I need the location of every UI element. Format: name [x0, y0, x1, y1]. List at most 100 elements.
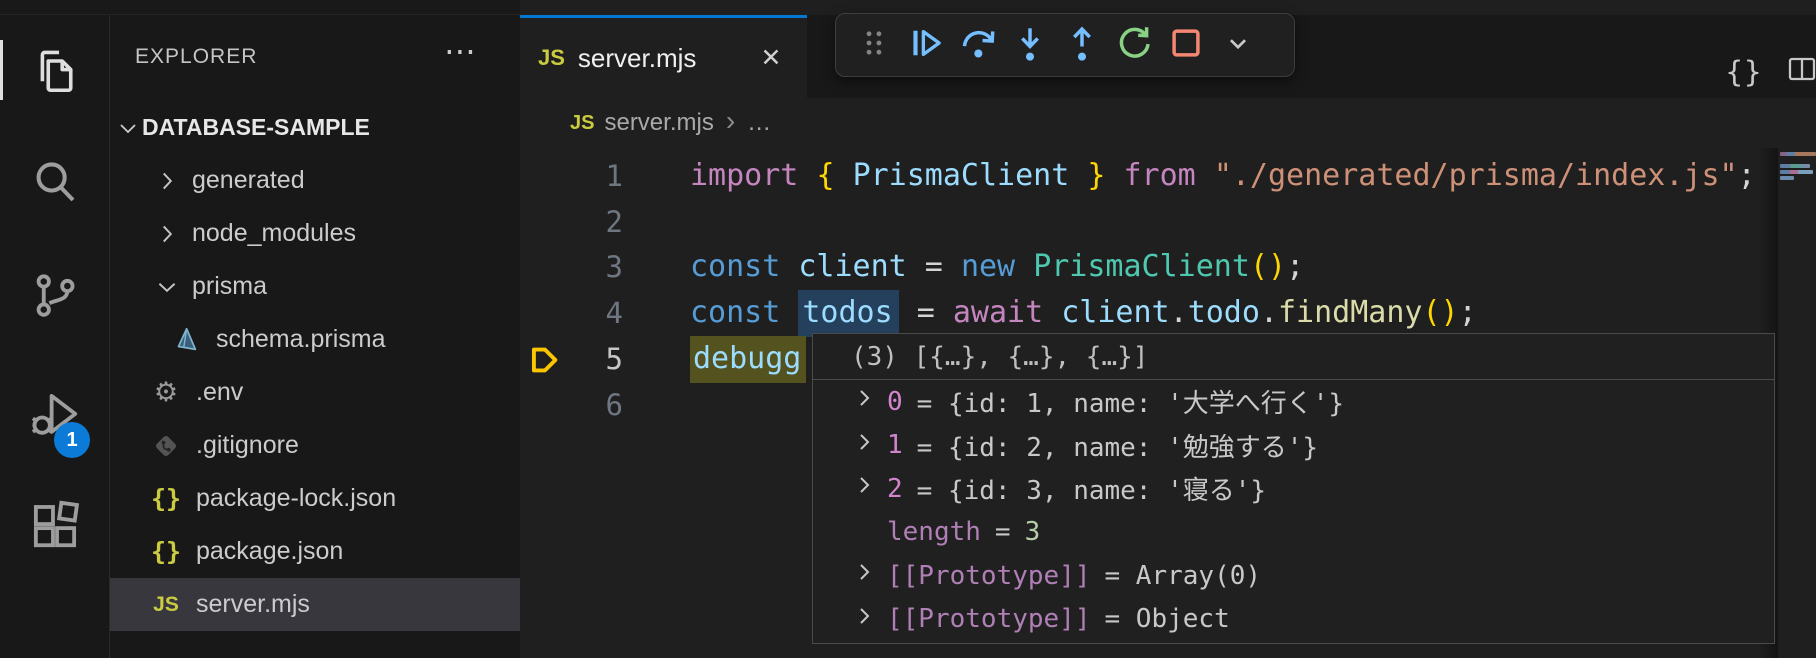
chevron-right-icon: › [726, 105, 735, 137]
line-number: 4 [520, 290, 623, 336]
step-into-button[interactable] [1004, 19, 1056, 71]
chevron-right-icon [154, 221, 180, 247]
editor-actions: {} [1725, 53, 1816, 90]
chevron-right-icon[interactable] [853, 560, 887, 591]
debug-popup-row[interactable]: 0= {id: 1, name: '大学へ行く'} [813, 380, 1774, 424]
code-line-3[interactable]: 3 const client = new PrismaClient(); [520, 244, 1816, 290]
gripper-icon [857, 26, 891, 65]
debug-popup-row[interactable]: [[Prototype]]= Object [813, 598, 1774, 642]
line-content: const client = new PrismaClient(); [690, 244, 1304, 290]
minimap[interactable] [1778, 148, 1816, 658]
tree-item-label: node_modules [192, 219, 356, 248]
popup-value-number: 3 [1025, 517, 1041, 547]
breadcrumb-file[interactable]: server.mjs [604, 109, 713, 137]
tree-item-label: prisma [192, 272, 267, 301]
minimap-line [1780, 176, 1794, 180]
vscode-window: 1 EXPLORER ⋯ DATABASE-SAMPLE generated no… [0, 0, 1816, 658]
workspace-section-header[interactable]: DATABASE-SAMPLE [110, 101, 520, 154]
tree-item-schema-prisma[interactable]: schema.prisma [110, 313, 520, 366]
debug-popup-row[interactable]: 2 = {id: 3, name: '寝る'} [813, 467, 1774, 511]
source-control-icon [28, 309, 82, 326]
file-tree: generated node_modulesprisma schema.prisma… [110, 154, 520, 631]
stop-button[interactable] [1160, 19, 1212, 71]
workspace-name: DATABASE-SAMPLE [142, 114, 370, 141]
tree-item-server-mjs[interactable]: JS server.mjs [110, 578, 520, 631]
code-line-1[interactable]: 1 import { PrismaClient } from "./generat… [520, 153, 1816, 199]
restart-icon [1113, 22, 1155, 69]
more-button[interactable] [1212, 19, 1264, 71]
activity-bar-item-source-control[interactable] [28, 268, 82, 322]
chevron-right-icon[interactable] [853, 604, 887, 635]
code-line-4[interactable]: 4 const todos = await client.todo.findMan… [520, 290, 1816, 336]
step-over-button[interactable] [952, 19, 1004, 71]
tree-item--gitignore[interactable]: .gitignore [110, 419, 520, 472]
line-number: 1 [520, 153, 623, 199]
tree-item-label: schema.prisma [216, 325, 386, 354]
tree-item-node-modules[interactable]: node_modules [110, 207, 520, 260]
activity-bar-item-search[interactable] [28, 155, 82, 209]
tab-label: server.mjs [578, 43, 696, 74]
close-tab-icon[interactable]: ✕ [753, 40, 789, 76]
debug-toolbar [835, 13, 1295, 77]
search-icon [28, 196, 82, 213]
line-content: debugg [690, 336, 806, 382]
explorer-more-actions-icon[interactable]: ⋯ [438, 29, 482, 73]
chevron-down-icon [116, 116, 140, 140]
line-number: 6 [520, 382, 623, 428]
tree-item-generated[interactable]: generated [110, 154, 520, 207]
tree-item-label: generated [192, 166, 305, 195]
toolbar-gripper-icon[interactable] [848, 19, 900, 71]
line-content: import { PrismaClient } from "./generate… [690, 153, 1756, 199]
chevron-right-icon[interactable] [853, 386, 887, 417]
split-editor-icon[interactable] [1786, 53, 1816, 90]
tree-item-label: .gitignore [196, 431, 299, 460]
step-out-button[interactable] [1056, 19, 1108, 71]
js-file-icon: JS [538, 45, 565, 71]
tree-item--env[interactable]: ⚙.env [110, 366, 520, 419]
line-number: 3 [520, 244, 623, 290]
activity-bar-item-explorer[interactable] [28, 43, 82, 97]
continue-icon [905, 22, 947, 69]
chevron-right-icon[interactable] [853, 430, 887, 461]
activity-bar: 1 [0, 15, 110, 658]
popup-value: = [995, 517, 1011, 547]
js-file-icon: JS [148, 593, 184, 617]
tree-item-label: server.mjs [196, 590, 310, 619]
debug-value-popup: (3) [{…}, {…}, {…}] 0= {id: 1, name: '大学… [812, 333, 1775, 644]
files-icon [28, 84, 82, 101]
code-line-2[interactable]: 2 [520, 199, 1816, 245]
breadcrumb-symbol[interactable]: … [747, 109, 773, 137]
debug-popup-row[interactable]: [[Prototype]]= Array(0) [813, 554, 1774, 598]
debug-popup-row[interactable]: 1= {id: 2, name: '勉強する'} [813, 424, 1774, 468]
popup-key: length [887, 517, 981, 547]
activity-bar-item-run-and-debug[interactable]: 1 [28, 388, 82, 442]
tree-item-package-json[interactable]: {}package.json [110, 525, 520, 578]
breadcrumb[interactable]: JS server.mjs › … [520, 98, 1816, 148]
popup-key: 2 [887, 474, 903, 504]
popup-value: = {id: 1, name: '大学へ行く'} [917, 383, 1344, 420]
git-file-icon [148, 431, 184, 461]
tab-server-mjs[interactable]: JS server.mjs ✕ [520, 15, 807, 98]
restart-button[interactable] [1108, 19, 1160, 71]
minimap-line [1780, 170, 1813, 174]
tree-item-package-lock-json[interactable]: {}package-lock.json [110, 472, 520, 525]
popup-value: = {id: 3, name: '寝る'} [917, 470, 1266, 507]
tree-item-prisma[interactable]: prisma [110, 260, 520, 313]
json-file-icon: {} [148, 484, 184, 513]
explorer-title: EXPLORER [135, 37, 257, 77]
line-number: 5 [520, 336, 623, 382]
popup-key: [[Prototype]] [887, 604, 1091, 634]
line-number: 2 [520, 199, 623, 245]
chevron-right-icon [154, 168, 180, 194]
popup-key: 1 [887, 430, 903, 460]
popup-value: = Array(0) [1105, 561, 1262, 591]
minimap-line [1780, 152, 1816, 156]
debug-popup-value-preview[interactable]: (3) [{…}, {…}, {…}] [813, 334, 1774, 380]
debug-popup-row[interactable]: length = 3 [813, 511, 1774, 555]
continue-button[interactable] [900, 19, 952, 71]
line-content: const todos = await client.todo.findMany… [690, 290, 1477, 336]
braces-icon[interactable]: {} [1725, 55, 1762, 89]
activity-bar-item-extensions[interactable] [28, 500, 82, 554]
step-over-icon [957, 22, 999, 69]
chevron-right-icon[interactable] [853, 473, 887, 504]
